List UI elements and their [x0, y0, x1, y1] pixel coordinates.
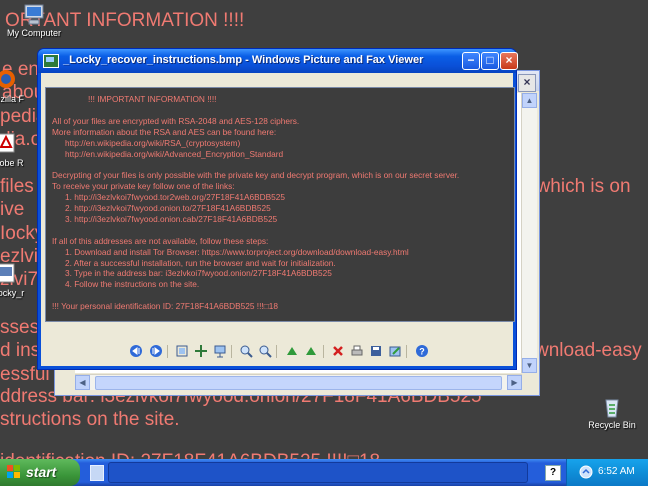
note-text-line: 1. Download and install Tor Browser: htt…: [65, 246, 409, 257]
picture-viewer-icon: [43, 54, 59, 68]
ransom-note-image: !!! IMPORTANT INFORMATION !!!! All of you…: [45, 87, 515, 322]
note-text-line: More information about the RSA and AES c…: [52, 126, 277, 137]
delete-icon[interactable]: [331, 344, 345, 358]
note-text-line: 1. http://i3ezlvkoi7fwyood.tor2web.org/2…: [65, 192, 285, 203]
note-text-line: http://en.wikipedia.org/wiki/RSA_(crypto…: [65, 137, 241, 148]
picture-viewer-window[interactable]: _Locky_recover_instructions.bmp - Window…: [37, 48, 518, 370]
scroll-left-arrow-icon[interactable]: ◀: [75, 375, 90, 390]
help-icon[interactable]: ?: [415, 344, 429, 358]
desktop-icon-label: Recycle Bin: [588, 420, 636, 430]
slideshow-icon[interactable]: [213, 344, 227, 358]
adobe-reader-icon: [0, 132, 19, 158]
previous-image-icon[interactable]: [129, 344, 143, 358]
desktop-icon-mozilla[interactable]: Mozilla F: [0, 68, 30, 104]
desktop-icon-my-computer[interactable]: My Computer: [2, 2, 66, 38]
horizontal-scroll-thumb[interactable]: [95, 376, 502, 390]
maximize-button[interactable]: □: [481, 52, 499, 70]
wallpaper-text-line: files: [0, 176, 34, 197]
vertical-scrollbar[interactable]: ▲ ▼: [521, 93, 537, 373]
note-text-line: 2. After a successful installation, run …: [65, 257, 336, 268]
desktop-icon-label: My Computer: [6, 28, 61, 38]
show-desktop-icon[interactable]: [90, 465, 104, 481]
actual-size-icon[interactable]: [194, 344, 208, 358]
horizontal-scrollbar[interactable]: ◀ ▶: [75, 374, 522, 390]
wallpaper-text-line: structions on the site.: [0, 409, 180, 430]
wallpaper-text-line: ive: [0, 199, 25, 220]
window-client-area: !!! IMPORTANT INFORMATION !!!! All of you…: [41, 73, 515, 366]
toolbar-separator: [323, 345, 324, 358]
rotate-counterclockwise-icon[interactable]: [304, 344, 318, 358]
wallpaper-text-line: sses: [0, 317, 40, 338]
bitmap-file-icon: [0, 262, 19, 288]
wallpaper-text-line: , which is on: [526, 176, 631, 197]
note-text-line: http://en.wikipedia.org/wiki/Advanced_En…: [65, 148, 284, 159]
print-icon[interactable]: [350, 344, 364, 358]
desktop-icon-label: Adobe R: [0, 158, 24, 168]
desktop-icon-locky-bmp[interactable]: _Locky_r: [0, 262, 30, 298]
toolbar-separator: [276, 345, 277, 358]
wallpaper-text-line: wnload-easy: [535, 340, 642, 361]
window-titlebar[interactable]: _Locky_recover_instructions.bmp - Window…: [38, 49, 518, 73]
window-title: _Locky_recover_instructions.bmp - Window…: [63, 54, 424, 66]
taskbar: start ? 6:52 AM: [0, 459, 648, 486]
firefox-icon: [0, 68, 19, 94]
clock: 6:52 AM: [598, 466, 635, 477]
scroll-right-arrow-icon[interactable]: ▶: [507, 375, 522, 390]
note-text-line: To receive your private key follow one o…: [52, 181, 235, 192]
note-text-line: 4. Follow the instructions on the site.: [65, 279, 200, 290]
next-image-icon[interactable]: [149, 344, 163, 358]
note-text-line: All of your files are encrypted with RSA…: [52, 115, 300, 126]
toolbar-separator: [406, 345, 407, 358]
desktop-icon-label: _Locky_r: [0, 288, 25, 298]
note-text-line: !!! Your personal identification ID: 27F…: [52, 301, 278, 312]
start-button[interactable]: start: [0, 459, 80, 486]
network-tray-icon[interactable]: [579, 465, 593, 479]
note-text-line: Decrypting of your files is only possibl…: [52, 170, 460, 181]
note-text-line: 3. http://i3ezlvkoi7fwyood.onion.cab/27F…: [65, 213, 278, 224]
scroll-up-arrow-icon[interactable]: ▲: [522, 93, 537, 108]
close-button[interactable]: ×: [500, 52, 518, 70]
windows-logo-icon: [7, 465, 21, 479]
start-label: start: [26, 464, 57, 480]
taskbar-window-button[interactable]: [108, 462, 528, 483]
desktop-icon-adobe[interactable]: Adobe R: [0, 132, 30, 168]
scroll-down-arrow-icon[interactable]: ▼: [522, 358, 537, 373]
svg-text:?: ?: [419, 347, 425, 357]
rotate-clockwise-icon[interactable]: [285, 344, 299, 358]
zoom-out-icon[interactable]: [258, 344, 272, 358]
note-text-line: 2. http://i3ezlvkoi7fwyood.onion.to/27F1…: [65, 203, 271, 213]
toolbar-separator: [167, 345, 168, 358]
best-fit-icon[interactable]: [175, 344, 189, 358]
recycle-bin-icon: [599, 394, 625, 420]
note-text-line: 3. Type in the address bar: i3ezlvkoi7fw…: [65, 268, 332, 279]
save-icon[interactable]: [369, 344, 383, 358]
computer-icon: [21, 2, 47, 28]
minimize-button[interactable]: −: [462, 52, 480, 70]
note-text-line: !!! IMPORTANT INFORMATION !!!!: [88, 94, 217, 104]
note-text-line: If all of this addresses are not availab…: [52, 235, 269, 246]
viewer-toolbar: ?: [41, 342, 513, 364]
open-for-editing-icon[interactable]: [388, 344, 402, 358]
zoom-in-icon[interactable]: [239, 344, 253, 358]
help-tray-icon[interactable]: ?: [545, 465, 561, 481]
desktop-icon-label: Mozilla F: [0, 94, 24, 104]
desktop-icon-recycle-bin[interactable]: Recycle Bin: [580, 394, 644, 430]
background-window-close-button[interactable]: ×: [518, 74, 536, 92]
toolbar-separator: [231, 345, 232, 358]
